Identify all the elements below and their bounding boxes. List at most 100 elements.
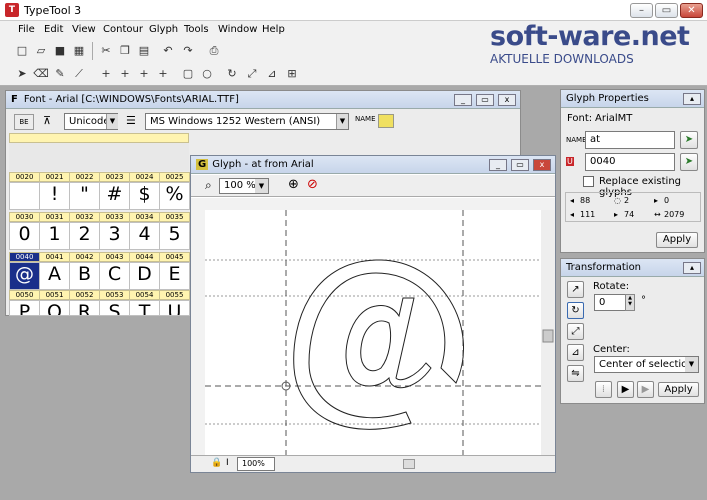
glyph-cell[interactable]: 2 (69, 222, 100, 250)
glyph-window-minimize[interactable]: _ (489, 159, 507, 171)
glyph-cell[interactable]: T (129, 300, 160, 316)
glyph-properties-collapse[interactable]: ▴ (683, 93, 701, 105)
glyph-cell[interactable]: R (69, 300, 100, 316)
add-curve-icon[interactable]: + (136, 66, 152, 82)
font-window-close[interactable]: x (498, 94, 516, 106)
duplicate-transform-icon[interactable]: ▶ (637, 381, 654, 398)
menu-contour[interactable]: Contour (103, 24, 143, 35)
glyph-cell[interactable]: 3 (99, 222, 130, 250)
glyph-cell[interactable]: Q (39, 300, 70, 316)
scale-icon[interactable]: ⤢ (244, 66, 260, 82)
glyph-cell[interactable]: 0 (9, 222, 40, 250)
glyph-cell[interactable]: ! (39, 182, 70, 210)
scale-tool-icon[interactable]: ⤢ (567, 323, 584, 340)
print-icon[interactable]: ⎙ (206, 43, 222, 59)
zoom-icon[interactable]: ⌕ (205, 178, 212, 193)
mirror-tool-icon[interactable]: ⇋ (567, 365, 584, 382)
rotate-tool-icon[interactable]: ↻ (567, 302, 584, 319)
vertical-scroll-thumb[interactable] (542, 329, 554, 343)
pointer-icon[interactable]: ➤ (14, 66, 30, 82)
zoom-reset-icon[interactable]: ⊘ (307, 177, 318, 192)
zoom-status-field[interactable]: 100% (237, 457, 275, 471)
glyph-cell[interactable]: 4 (129, 222, 160, 250)
open-icon[interactable]: ▱ (33, 43, 49, 59)
slant-tool-icon[interactable]: ⊿ (567, 344, 584, 361)
font-window-maximize[interactable]: ▭ (476, 94, 494, 106)
codepage-select[interactable]: MS Windows 1252 Western (ANSI) (145, 113, 349, 130)
glyph-cell[interactable]: P (9, 300, 40, 316)
chevron-down-icon[interactable]: ▼ (106, 114, 118, 129)
unicode-input[interactable]: 0040 (585, 153, 675, 171)
zoom-in-icon[interactable]: ⊕ (288, 177, 299, 192)
grid-view-icon[interactable] (378, 114, 394, 128)
add-node-icon[interactable]: + (98, 66, 114, 82)
menu-glyph[interactable]: Glyph (149, 24, 178, 35)
glyph-cell[interactable]: $ (129, 182, 160, 210)
menu-file[interactable]: File (18, 24, 35, 35)
transform-apply-button[interactable]: Apply (658, 382, 699, 397)
center-options-icon[interactable]: ⁞ (595, 381, 612, 398)
move-icon[interactable]: ↗ (567, 281, 584, 298)
glyph-cell[interactable]: @ (9, 262, 40, 290)
glyph-window-close[interactable]: x (533, 159, 551, 171)
rectangle-icon[interactable]: ▢ (180, 66, 196, 82)
glyph-apply-button[interactable]: Apply (656, 232, 698, 248)
glyph-cell[interactable]: " (69, 182, 100, 210)
horizontal-scroll-thumb[interactable] (403, 459, 415, 469)
transform-icon[interactable]: ⊞ (284, 66, 300, 82)
rotate-stepper[interactable]: ▲ ▼ (625, 294, 635, 311)
transformation-collapse[interactable]: ▴ (683, 262, 701, 274)
minimize-button[interactable]: – (630, 3, 653, 18)
glyph-cell[interactable]: B (69, 262, 100, 290)
undo-icon[interactable]: ↶ (160, 43, 176, 59)
maximize-button[interactable]: ▭ (655, 3, 678, 18)
glyph-cell[interactable]: 5 (159, 222, 190, 250)
save-icon[interactable]: ■ (52, 43, 68, 59)
apply-transform-icon[interactable]: ▶ (617, 381, 634, 398)
new-icon[interactable]: □ (14, 43, 30, 59)
font-info-icon[interactable]: BE (14, 114, 34, 130)
menu-tools[interactable]: Tools (184, 24, 209, 35)
cut-icon[interactable]: ✂ (98, 43, 114, 59)
apply-name-button[interactable]: ➤ (680, 131, 698, 149)
lock-icon[interactable]: 🔒 (211, 458, 222, 468)
glyph-cell[interactable] (9, 182, 40, 210)
redo-icon[interactable]: ↷ (180, 43, 196, 59)
eraser-icon[interactable]: ⌫ (33, 66, 49, 82)
ellipse-icon[interactable]: ○ (199, 66, 215, 82)
glyph-cell[interactable]: C (99, 262, 130, 290)
glyph-cell[interactable]: U (159, 300, 190, 316)
close-button[interactable]: ✕ (680, 3, 703, 18)
chevron-down-icon[interactable]: ▼ (255, 179, 268, 193)
add-tangent-icon[interactable]: + (155, 66, 171, 82)
chevron-down-icon[interactable]: ▼ (685, 357, 698, 372)
glyph-cell[interactable]: % (159, 182, 190, 210)
glyph-canvas[interactable] (191, 198, 555, 470)
save-all-icon[interactable]: ▦ (71, 43, 87, 59)
glyph-cell[interactable]: S (99, 300, 130, 316)
menu-window[interactable]: Window (218, 24, 257, 35)
center-select[interactable]: Center of selection (594, 356, 699, 373)
apply-unicode-button[interactable]: ➤ (680, 153, 698, 171)
glyph-cell[interactable]: D (129, 262, 160, 290)
chevron-down-icon[interactable]: ▼ (336, 114, 348, 129)
glyph-cell[interactable]: # (99, 182, 130, 210)
menu-view[interactable]: View (72, 24, 96, 35)
add-corner-icon[interactable]: + (117, 66, 133, 82)
glyph-name-input[interactable]: at (585, 131, 675, 149)
menu-help[interactable]: Help (262, 24, 285, 35)
menu-edit[interactable]: Edit (44, 24, 63, 35)
paste-icon[interactable]: ▤ (136, 43, 152, 59)
glyph-cell[interactable]: A (39, 262, 70, 290)
ruler-icon[interactable]: ⟋ (71, 66, 87, 82)
glyph-cell[interactable]: E (159, 262, 190, 290)
copy-icon[interactable]: ❐ (117, 43, 133, 59)
replace-checkbox[interactable] (583, 176, 594, 187)
glyph-cell[interactable]: 1 (39, 222, 70, 250)
font-name-icon[interactable]: NAME (355, 115, 376, 123)
pen-icon[interactable]: ✎ (52, 66, 68, 82)
glyph-window-maximize[interactable]: ▭ (511, 159, 529, 171)
font-window-minimize[interactable]: _ (454, 94, 472, 106)
rotate-icon[interactable]: ↻ (224, 66, 240, 82)
text-cursor-icon[interactable]: I (226, 458, 229, 468)
